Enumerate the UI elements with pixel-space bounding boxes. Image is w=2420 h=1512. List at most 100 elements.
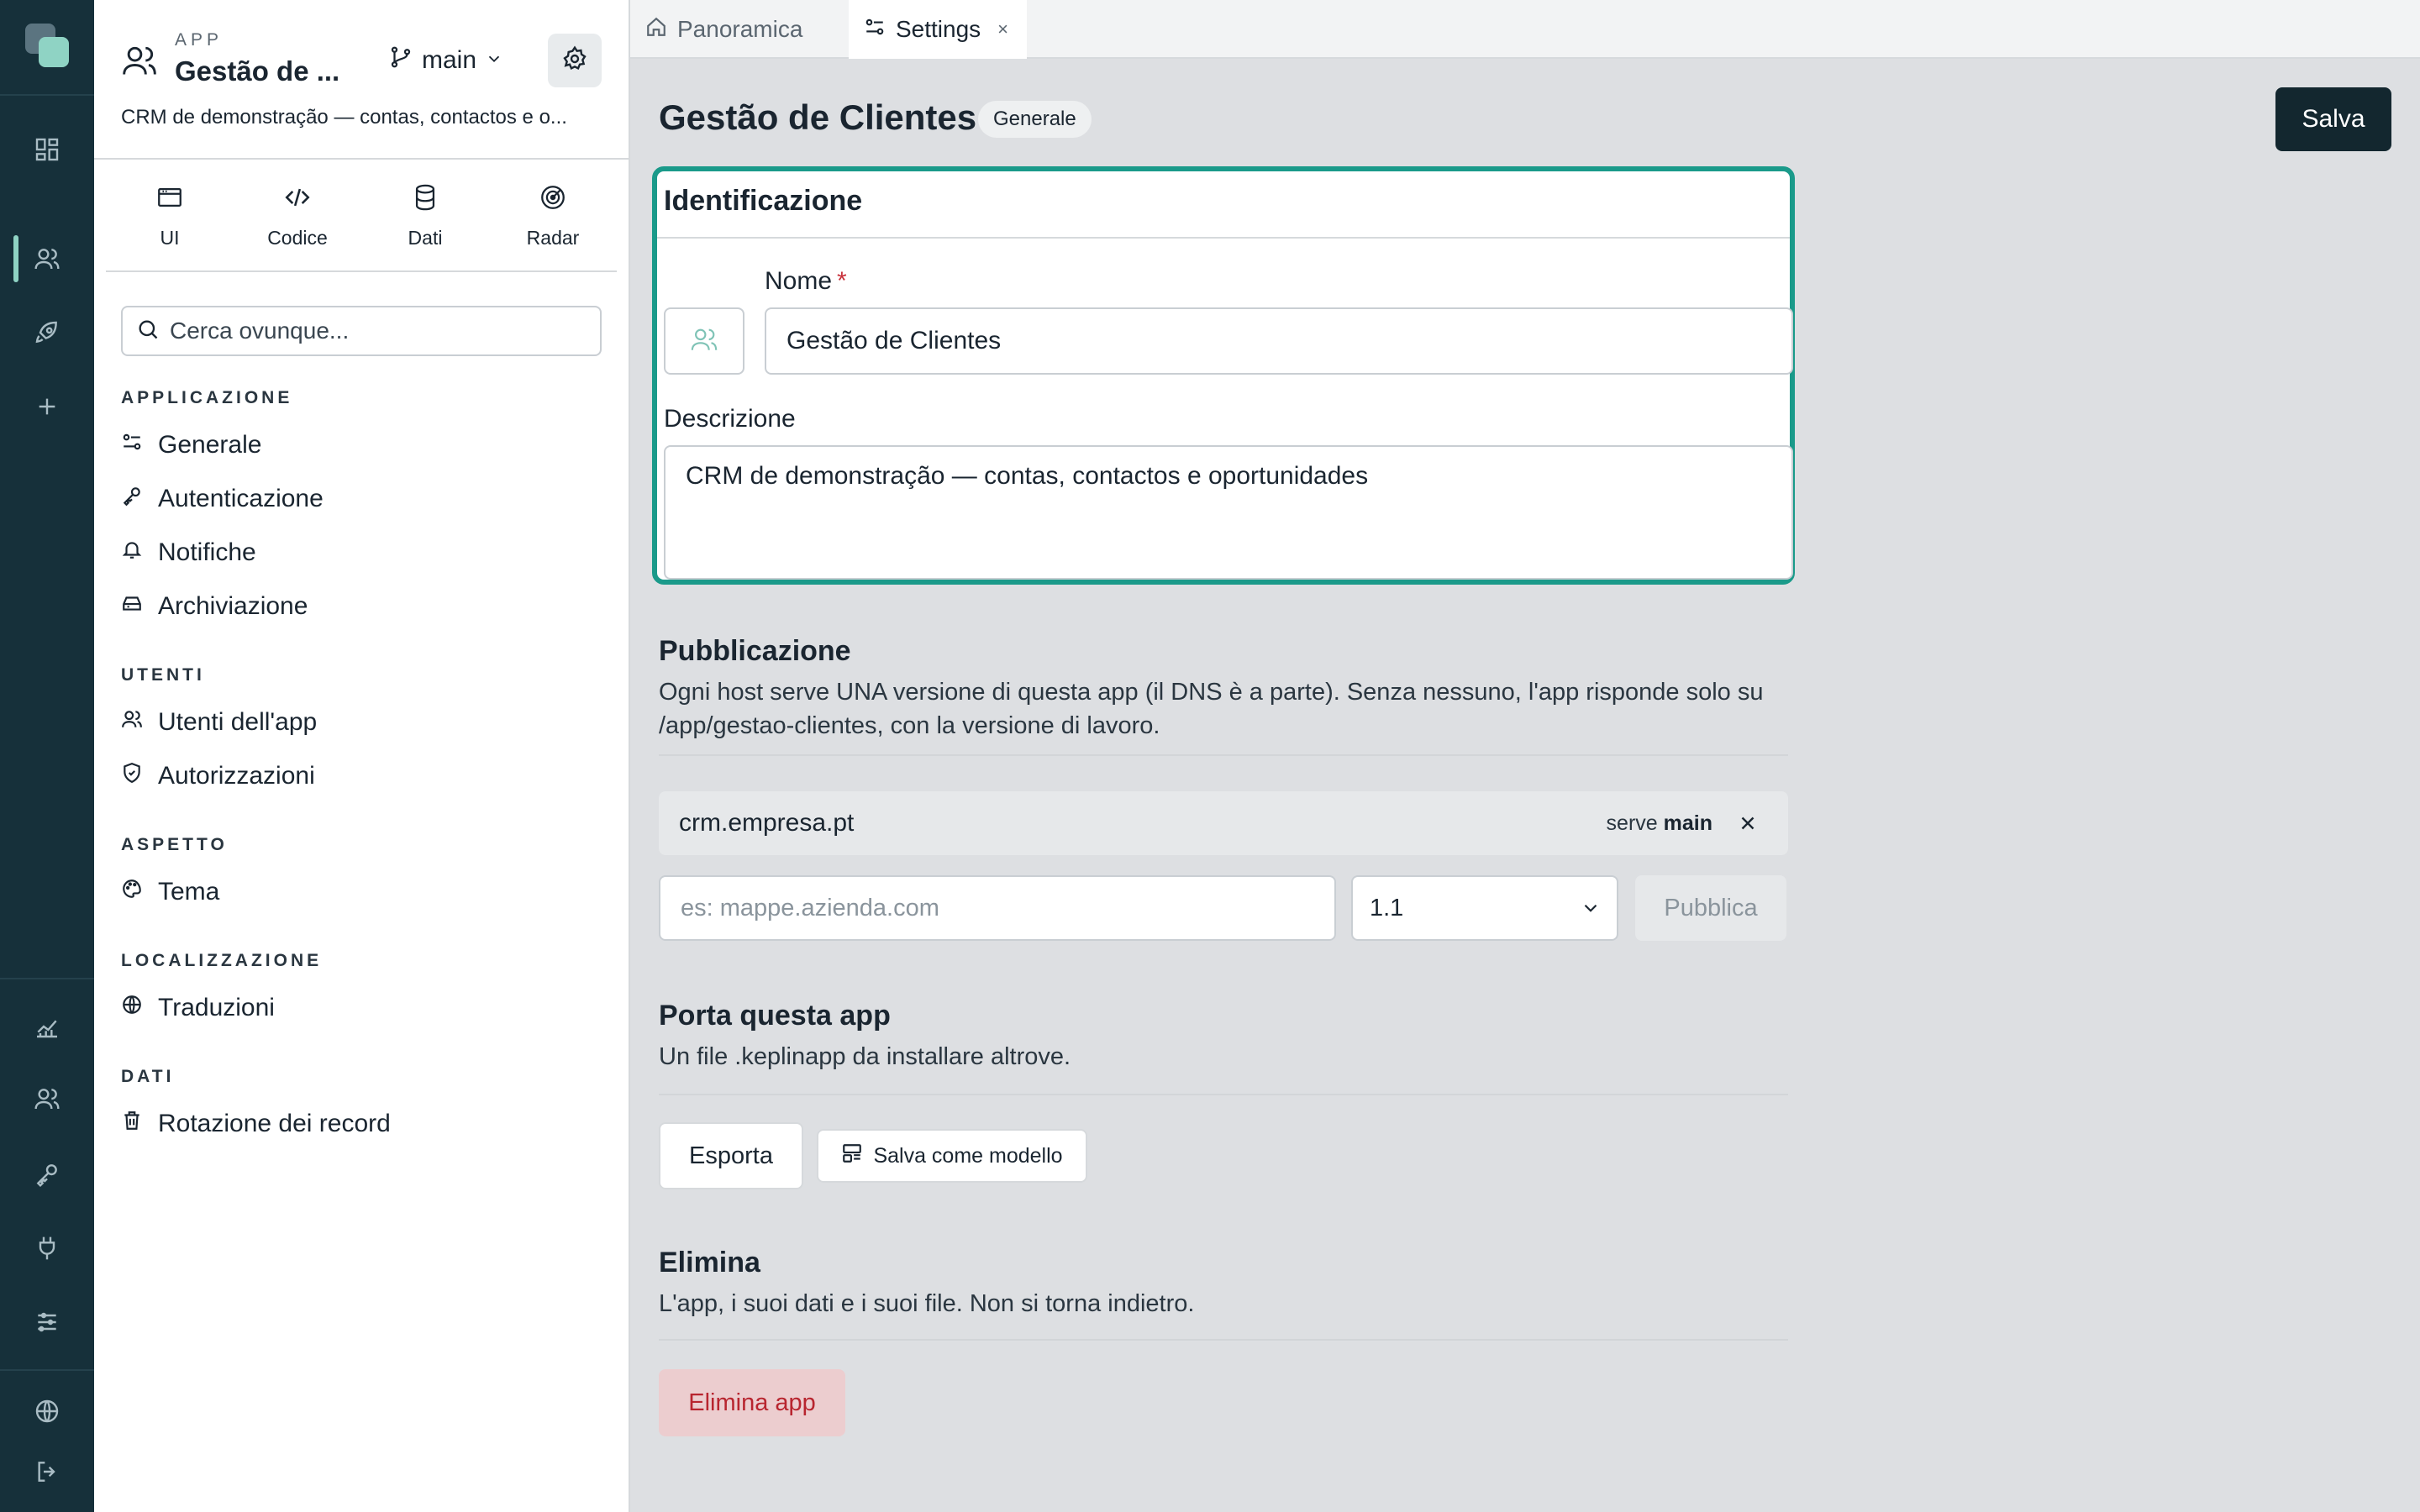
tab-bar: Panoramica Settings × (630, 0, 2420, 59)
rocket-icon[interactable] (24, 309, 71, 356)
divider (0, 1369, 94, 1371)
analytics-icon[interactable] (24, 1003, 71, 1050)
shield-icon (121, 762, 143, 790)
name-label-text: Nome (765, 267, 833, 295)
sidebar-item-traduzioni[interactable]: Traduzioni (121, 988, 275, 1028)
team-icon[interactable] (24, 1075, 71, 1122)
publish-button[interactable]: Pubblica (1635, 875, 1786, 941)
dashboard-icon[interactable] (24, 126, 71, 173)
tab-settings[interactable]: Settings × (849, 0, 1027, 59)
app-settings-button[interactable] (548, 34, 602, 87)
sidebar-item-label: Utenti dell'app (158, 708, 318, 736)
sidebar-item-autenticazione[interactable]: Autenticazione (121, 479, 324, 519)
branch-icon (388, 45, 413, 76)
code-icon (283, 183, 312, 217)
sidebar-item-rotazione[interactable]: Rotazione dei record (121, 1104, 391, 1144)
search-box[interactable] (121, 306, 602, 356)
description-field[interactable]: CRM de demonstração — contas, contactos … (664, 445, 1793, 580)
sidebar-item-generale[interactable]: Generale (121, 425, 261, 465)
description-label: Descrizione (664, 405, 796, 433)
save-button[interactable]: Salva (2275, 87, 2391, 151)
icon-rail (0, 0, 94, 1512)
divider (0, 978, 94, 979)
sidebar-item-notifiche[interactable]: Notifiche (121, 533, 256, 573)
tab-radar[interactable]: Radar (489, 161, 617, 270)
close-icon[interactable]: × (997, 18, 1008, 40)
chevron-down-icon (1584, 904, 1597, 912)
tab-dati-label: Dati (408, 227, 443, 249)
delete-description: L'app, i suoi dati e i suoi file. Non si… (659, 1290, 1195, 1317)
save-template-button[interactable]: Salva come modello (817, 1129, 1087, 1183)
remove-host-icon[interactable] (1733, 808, 1763, 838)
key-icon (121, 485, 143, 513)
branch-label: main (422, 46, 477, 74)
sidebar-item-label: Notifiche (158, 538, 256, 566)
required-mark: * (837, 267, 847, 295)
delete-title: Elimina (659, 1247, 760, 1278)
tab-codice[interactable]: Codice (234, 161, 361, 270)
app-name: Gestão de ... (175, 55, 340, 87)
database-icon (411, 183, 439, 217)
plug-icon[interactable] (24, 1225, 71, 1272)
app-section-tabs: UI Codice Dati Radar (106, 161, 617, 272)
search-input[interactable] (170, 318, 573, 344)
sidebar-item-label: Tema (158, 878, 220, 906)
nav-section-utenti: UTENTI (121, 665, 205, 685)
sliders-icon[interactable] (24, 1299, 71, 1346)
globe-icon[interactable] (24, 1388, 71, 1435)
radar-icon (539, 183, 567, 217)
tab-panoramica[interactable]: Panoramica (630, 0, 849, 59)
branch-selector[interactable]: main (388, 42, 503, 79)
nav-section-aspetto: ASPETTO (121, 835, 228, 854)
sidebar-item-utenti-app[interactable]: Utenti dell'app (121, 702, 317, 743)
save-template-label: Salva come modello (873, 1143, 1063, 1168)
delete-app-button[interactable]: Elimina app (659, 1369, 845, 1436)
key-icon[interactable] (24, 1151, 71, 1198)
app-description: CRM de demonstração — contas, contactos … (121, 106, 567, 129)
palette-icon (121, 878, 143, 906)
sidebar-item-label: Rotazione dei record (158, 1110, 391, 1137)
divider (659, 754, 1788, 756)
section-badge: Generale (978, 101, 1092, 138)
name-label: Nome * (765, 267, 847, 296)
identification-title: Identificazione (664, 185, 863, 217)
logo[interactable] (25, 24, 71, 69)
serve-branch: main (1663, 811, 1712, 835)
port-title: Porta questa app (659, 1000, 891, 1032)
app-icon-picker[interactable] (664, 307, 744, 375)
logout-icon[interactable] (24, 1448, 71, 1495)
identification-card: Identificazione Nome* Descrizione CRM de… (652, 166, 1795, 585)
sidebar-item-tema[interactable]: Tema (121, 872, 219, 912)
users-icon (121, 708, 143, 737)
version-value: 1.1 (1370, 894, 1404, 921)
publish-description: Ogni host serve UNA versione di questa a… (659, 679, 1764, 739)
tab-dati[interactable]: Dati (361, 161, 489, 270)
globe-icon (121, 994, 143, 1022)
home-icon (645, 16, 667, 44)
host-input[interactable] (659, 875, 1336, 941)
app-sidebar: APP Gestão de ... main CRM de demonstraç… (94, 0, 630, 1512)
users-icon[interactable] (24, 235, 71, 282)
rail-active-indicator (13, 235, 18, 282)
divider (659, 1094, 1788, 1095)
plus-icon[interactable] (24, 383, 71, 430)
sidebar-item-label: Autorizzazioni (158, 762, 315, 790)
sidebar-item-archiviazione[interactable]: Archiviazione (121, 586, 308, 627)
name-field[interactable] (765, 307, 1793, 375)
sliders-icon (864, 16, 886, 44)
divider (659, 1339, 1788, 1341)
host-name: crm.empresa.pt (679, 809, 855, 837)
version-select[interactable]: 1.1 (1351, 875, 1618, 941)
template-icon (841, 1142, 863, 1170)
tab-label: Panoramica (677, 16, 803, 42)
host-row: crm.empresa.pt serve main (659, 791, 1788, 855)
tab-radar-label: Radar (526, 227, 580, 249)
app-header: APP Gestão de ... main CRM de demonstraç… (94, 0, 629, 160)
storage-icon (121, 592, 143, 621)
tab-ui-label: UI (160, 227, 180, 249)
export-button[interactable]: Esporta (659, 1122, 803, 1189)
sidebar-item-autorizzazioni[interactable]: Autorizzazioni (121, 756, 315, 796)
tab-ui[interactable]: UI (106, 161, 234, 270)
nav-section-applicazione: APPLICAZIONE (121, 388, 293, 407)
divider (657, 237, 1790, 239)
